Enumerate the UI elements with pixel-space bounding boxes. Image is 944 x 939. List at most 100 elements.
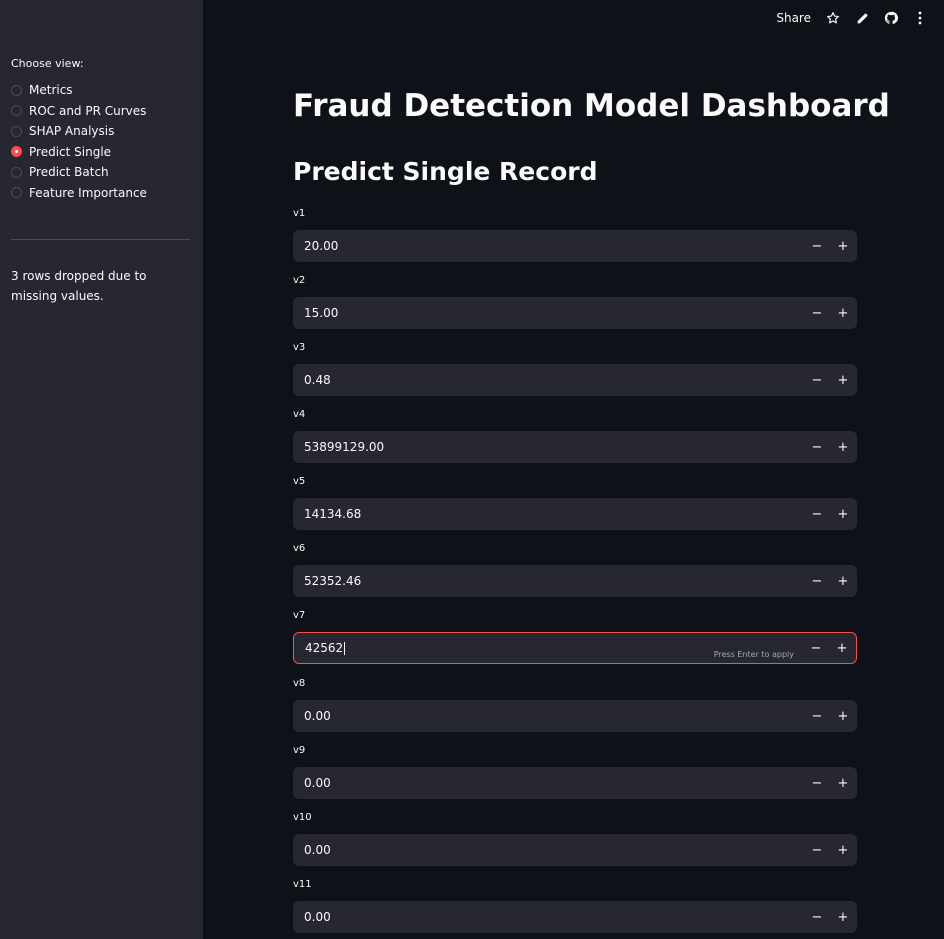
field-label: v5 [293, 476, 306, 487]
number-input[interactable]: 0.00 − + [293, 834, 857, 866]
radio-button[interactable] [11, 187, 22, 199]
number-input-focused[interactable]: 42562 Press Enter to apply − + [293, 632, 857, 664]
number-input[interactable]: 15.00 − + [293, 297, 857, 329]
radio-button[interactable] [11, 105, 22, 117]
radio-option-shap-analysis[interactable]: SHAP Analysis [11, 121, 147, 142]
number-input[interactable]: 0.00 − + [293, 767, 857, 799]
number-input-v7: v7 42562 Press Enter to apply − + [293, 609, 857, 664]
number-input-v5: v5 14134.68 − + [293, 475, 857, 530]
increment-button[interactable]: + [830, 498, 856, 530]
increment-button[interactable]: + [830, 700, 856, 732]
increment-button[interactable]: + [830, 230, 856, 262]
number-input-v9: v9 0.00 − + [293, 744, 857, 799]
decrement-button[interactable]: − [803, 633, 829, 663]
plus-icon: + [837, 238, 849, 254]
input-value[interactable]: 0.00 [304, 843, 331, 857]
radio-button[interactable] [11, 166, 22, 178]
decrement-button[interactable]: − [804, 901, 830, 933]
decrement-button[interactable]: − [804, 297, 830, 329]
choose-view-label: Choose view: [11, 57, 84, 70]
app: Choose view: Metrics ROC and PR Curves S… [0, 0, 944, 939]
input-value[interactable]: 0.00 [304, 910, 331, 924]
number-input-v4: v4 53899129.00 − + [293, 408, 857, 463]
radio-button[interactable] [11, 125, 22, 137]
rows-dropped-note: 3 rows dropped due to missing values. [11, 269, 147, 303]
decrement-button[interactable]: − [804, 834, 830, 866]
number-input[interactable]: 53899129.00 − + [293, 431, 857, 463]
radio-option-predict-batch[interactable]: Predict Batch [11, 162, 147, 183]
plus-icon: + [837, 372, 849, 388]
input-value[interactable]: 0.00 [304, 709, 331, 723]
input-value[interactable]: 42562 [305, 641, 346, 655]
plus-icon: + [837, 573, 849, 589]
decrement-button[interactable]: − [804, 431, 830, 463]
main-content: Fraud Detection Model Dashboard Predict … [203, 0, 944, 939]
radio-option-label: Metrics [29, 83, 73, 98]
input-value[interactable]: 14134.68 [304, 507, 361, 521]
increment-button[interactable]: + [830, 364, 856, 396]
plus-icon: + [837, 305, 849, 321]
section-heading: Predict Single Record [293, 157, 598, 186]
decrement-button[interactable]: − [804, 565, 830, 597]
minus-icon: − [811, 305, 823, 321]
decrement-button[interactable]: − [804, 230, 830, 262]
increment-button[interactable]: + [830, 565, 856, 597]
minus-icon: − [811, 372, 823, 388]
input-value[interactable]: 0.48 [304, 373, 331, 387]
increment-button[interactable]: + [830, 431, 856, 463]
input-value[interactable]: 0.00 [304, 776, 331, 790]
increment-button[interactable]: + [830, 767, 856, 799]
number-input[interactable]: 52352.46 − + [293, 565, 857, 597]
radio-option-metrics[interactable]: Metrics [11, 80, 147, 101]
decrement-button[interactable]: − [804, 767, 830, 799]
radio-option-feature-importance[interactable]: Feature Importance [11, 183, 147, 204]
radio-button[interactable] [11, 84, 22, 96]
minus-icon: − [811, 573, 823, 589]
radio-option-label: Predict Batch [29, 165, 109, 180]
input-value[interactable]: 15.00 [304, 306, 338, 320]
number-input[interactable]: 0.48 − + [293, 364, 857, 396]
sidebar-divider [11, 239, 190, 240]
field-label: v6 [293, 543, 306, 554]
field-label: v4 [293, 409, 306, 420]
input-value[interactable]: 20.00 [304, 239, 338, 253]
number-input-v2: v2 15.00 − + [293, 274, 857, 329]
minus-icon: − [811, 506, 823, 522]
minus-icon: − [811, 708, 823, 724]
number-input-v10: v10 0.00 − + [293, 811, 857, 866]
number-input[interactable]: 0.00 − + [293, 700, 857, 732]
decrement-button[interactable]: − [804, 364, 830, 396]
radio-option-label: Predict Single [29, 144, 112, 159]
increment-button[interactable]: + [830, 297, 856, 329]
radio-button-selected[interactable] [11, 146, 22, 158]
minus-icon: − [810, 640, 822, 656]
minus-icon: − [811, 439, 823, 455]
field-label: v8 [293, 678, 306, 689]
number-input[interactable]: 20.00 − + [293, 230, 857, 262]
plus-icon: + [836, 640, 848, 656]
minus-icon: − [811, 909, 823, 925]
view-radio-group: Metrics ROC and PR Curves SHAP Analysis … [11, 80, 147, 203]
decrement-button[interactable]: − [804, 700, 830, 732]
number-input[interactable]: 0.00 − + [293, 901, 857, 933]
minus-icon: − [811, 238, 823, 254]
minus-icon: − [811, 842, 823, 858]
decrement-button[interactable]: − [804, 498, 830, 530]
field-label: v10 [293, 812, 312, 823]
page-title: Fraud Detection Model Dashboard [293, 88, 890, 124]
radio-option-roc-pr-curves[interactable]: ROC and PR Curves [11, 101, 147, 122]
plus-icon: + [837, 842, 849, 858]
sidebar: Choose view: Metrics ROC and PR Curves S… [0, 0, 203, 939]
number-input[interactable]: 14134.68 − + [293, 498, 857, 530]
input-value[interactable]: 53899129.00 [304, 440, 384, 454]
radio-option-predict-single[interactable]: Predict Single [11, 142, 147, 163]
minus-icon: − [811, 775, 823, 791]
input-value[interactable]: 52352.46 [304, 574, 361, 588]
input-text[interactable]: 42562 [305, 641, 343, 655]
increment-button[interactable]: + [829, 633, 855, 663]
text-caret [344, 642, 346, 655]
number-input-v6: v6 52352.46 − + [293, 542, 857, 597]
field-label: v1 [293, 208, 306, 219]
increment-button[interactable]: + [830, 901, 856, 933]
increment-button[interactable]: + [830, 834, 856, 866]
